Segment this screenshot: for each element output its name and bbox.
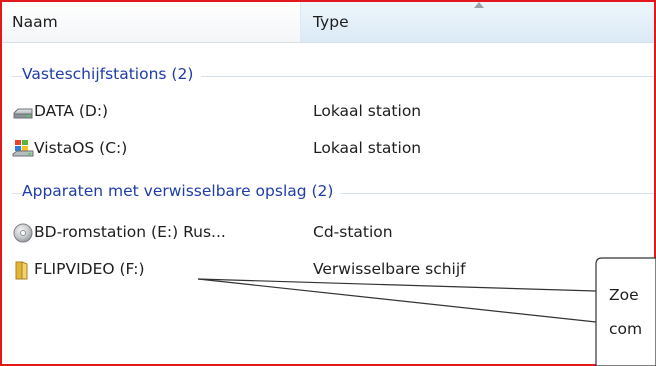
callout-text-line2: com (609, 320, 643, 338)
callout-text-line1: Zoe (609, 286, 639, 304)
callout-annotation (197, 257, 656, 366)
